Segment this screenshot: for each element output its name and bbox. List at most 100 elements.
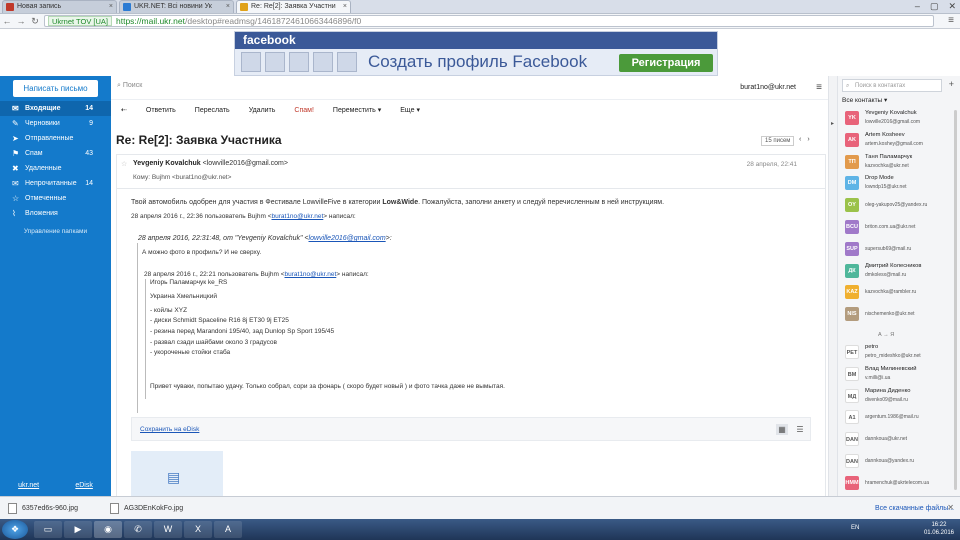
star-icon: ☆ (12, 194, 20, 203)
grid-view-icon[interactable]: ▦ (776, 424, 788, 435)
favicon-icon (240, 3, 248, 11)
contact-item[interactable]: DAN dannkoua@yandex.ru (842, 451, 956, 473)
contact-item[interactable]: YK Yevgeniy Kovalchuk lowville2016@gmail.c… (842, 108, 956, 130)
contacts-list-alpha: PET petro petro_mideshko@ukr.net ВМ Влад Ми… (842, 342, 956, 495)
compose-button[interactable]: Написать письмо (13, 80, 98, 97)
sidebar-item-drafts[interactable]: ✎ Черновики 9 (0, 116, 111, 131)
avatar: ВМ (845, 366, 859, 381)
explorer-icon[interactable]: ▭ (34, 521, 62, 538)
forward-button[interactable]: Переслать (195, 107, 230, 114)
contact-item[interactable]: ТП Таня Паламарчук kazvochka@ukr.net (842, 152, 956, 174)
sender[interactable]: Yevgeniy Kovalchuk <lowville2016@gmail.c… (133, 160, 288, 167)
contacts-scrollbar[interactable] (954, 110, 957, 490)
contact-item[interactable]: МД Марина Диденко divenko09@mail.ru (842, 386, 956, 408)
avatar: МД (845, 388, 859, 403)
add-contact-icon[interactable]: + (949, 79, 954, 89)
chevron-right-icon: ▸ (831, 121, 835, 127)
spam-button[interactable]: Спам! (294, 107, 314, 114)
close-tab-icon[interactable]: × (343, 1, 347, 13)
contacts-search-input[interactable]: ⌕ Поиск в контактах (842, 79, 942, 92)
ad-register-button[interactable]: Регистрация (619, 54, 713, 72)
browser-tab-active[interactable]: Re: Re[2]: Заявка Участни × (236, 0, 351, 13)
minimize-icon[interactable]: – (915, 0, 920, 13)
show-all-downloads-link[interactable]: Все скачанные файлы... (875, 505, 954, 512)
browser-tab[interactable]: Новая запись × (2, 0, 117, 13)
contact-item[interactable]: HMM hramenchuk@ukrtelecom.ua (842, 473, 956, 495)
url-field[interactable]: Ukrnet TOV [UA] https://mail.ukr.net /de… (44, 15, 934, 27)
star-toggle-icon[interactable]: ☆ (121, 160, 127, 168)
save-to-edisk-link[interactable]: Сохранить на eDisk (140, 426, 199, 433)
word-icon[interactable]: W (154, 521, 182, 538)
sidebar-item-sent[interactable]: ➤ Отправленные (0, 131, 111, 146)
windows-taskbar: ❖ ▭ ▶ ◉ ✆ W X A EN 16:22 01.06.2016 (0, 519, 960, 540)
sidebar-item-trash[interactable]: ✖ Удаленные (0, 161, 111, 176)
attachment-icon: ⌇ (12, 209, 16, 218)
contact-item[interactable]: ВМ Влад Милиневский v.milli@i.ua (842, 364, 956, 386)
move-dropdown[interactable]: Переместить ▾ (333, 106, 381, 114)
contact-item[interactable]: PET petro petro_mideshko@ukr.net (842, 342, 956, 364)
search-icon: ⌕ (846, 83, 850, 89)
close-tab-icon[interactable]: × (226, 1, 230, 13)
close-tab-icon[interactable]: × (109, 1, 113, 13)
close-window-icon[interactable]: ✕ (948, 0, 956, 13)
chrome-icon[interactable]: ◉ (94, 521, 122, 538)
list-view-icon[interactable]: ☰ (794, 424, 806, 435)
media-player-icon[interactable]: ▶ (64, 521, 92, 538)
contact-item[interactable]: BCU briton.com.ua@ukr.net (842, 217, 956, 239)
forward-icon[interactable]: → (14, 16, 28, 26)
contact-item[interactable]: KAZ kazvochka@rambler.ru (842, 282, 956, 304)
sidebar-item-starred[interactable]: ☆ Отмеченные (0, 191, 111, 206)
contact-item[interactable]: AK Artem Kosheev artem.koshey@gmail.com (842, 130, 956, 152)
edisk-link[interactable]: eDisk (75, 476, 93, 496)
contact-item[interactable]: DM Drop Mode lowndp15@ukr.net (842, 173, 956, 195)
sidebar-item-spam[interactable]: ⚑ Спам 43 (0, 146, 111, 161)
autocad-icon[interactable]: A (214, 521, 242, 538)
start-button[interactable]: ❖ (2, 520, 28, 539)
close-icon[interactable]: ✕ (947, 503, 954, 512)
contacts-collapse-handle[interactable]: ▸ (828, 76, 837, 496)
mail-search[interactable]: ⌕ Поиск (117, 82, 142, 90)
facebook-ad-banner[interactable]: facebook Создать профиль Facebook Регист… (234, 31, 718, 76)
avatar: YK (845, 111, 859, 125)
sidebar-footer: ukr.net eDisk (0, 476, 111, 496)
manage-folders-link[interactable]: Управление папками (0, 228, 111, 235)
excel-icon[interactable]: X (184, 521, 212, 538)
inbox-icon: ✉ (12, 104, 19, 113)
avatar: NIS (845, 307, 859, 322)
sidebar-item-attachments[interactable]: ⌇ Вложения (0, 206, 111, 221)
attachment-thumbnail[interactable]: ▤ (131, 451, 223, 499)
clock[interactable]: 16:22 01.06.2016 (924, 521, 954, 537)
reply-button[interactable]: Ответить (146, 107, 176, 114)
more-dropdown[interactable]: Еще ▾ (400, 106, 420, 114)
download-item[interactable]: 6357ed6s-960.jpg (4, 501, 100, 516)
avatar: A1 (845, 410, 859, 425)
contact-item[interactable]: OY oleg-yakupov25@yandex.ru (842, 195, 956, 217)
trash-icon: ✖ (12, 164, 19, 173)
next-message-icon[interactable]: › (807, 136, 815, 143)
user-email[interactable]: burat1no@ukr.net (740, 84, 796, 91)
contact-item[interactable]: ДК Дмитрий Колесников dmkolesx@mail.ru (842, 261, 956, 283)
browser-menu-icon[interactable]: ≡ (948, 15, 954, 26)
reload-icon[interactable]: ↻ (28, 16, 42, 27)
back-icon[interactable]: ← (0, 16, 14, 26)
hamburger-menu-icon[interactable]: ≡ (816, 82, 822, 93)
back-to-list-icon[interactable]: ⇠ (121, 106, 127, 114)
sidebar-item-inbox[interactable]: ✉ Входящие 14 (0, 101, 111, 116)
download-item[interactable]: AG3DEnKokFo.jpg (106, 501, 216, 516)
sort-separator[interactable]: А → Я (878, 332, 894, 338)
contact-item[interactable]: SUP supersub69@mail.ru (842, 239, 956, 261)
contact-item[interactable]: DAN dannkoua@ukr.net (842, 429, 956, 451)
contact-item[interactable]: NIS nischemenko@ukr.net (842, 304, 956, 326)
quote2-line: Игорь Паламарчук ke_RS (150, 279, 228, 286)
attachments-bar: Сохранить на eDisk ▦ ☰ (131, 417, 811, 441)
language-indicator[interactable]: EN (851, 525, 859, 531)
search-input[interactable]: Поиск (123, 82, 142, 89)
contact-item[interactable]: A1 argentum.1986@mail.ru (842, 407, 956, 429)
viber-icon[interactable]: ✆ (124, 521, 152, 538)
sidebar-item-unread[interactable]: ✉ Непрочитанные 14 (0, 176, 111, 191)
ukrnet-link[interactable]: ukr.net (18, 476, 39, 496)
maximize-icon[interactable]: ▢ (930, 0, 939, 13)
browser-tab[interactable]: UKR.NET: Всі новини Ук × (119, 0, 234, 13)
contacts-filter-dropdown[interactable]: Все контакты ▾ (842, 96, 887, 104)
delete-button[interactable]: Удалить (249, 107, 276, 114)
